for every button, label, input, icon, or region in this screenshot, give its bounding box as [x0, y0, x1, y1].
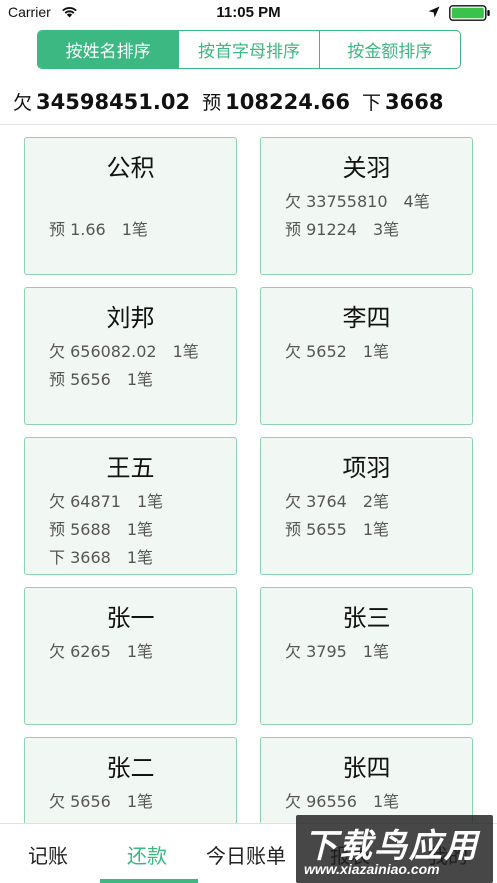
person-card[interactable]: 张一 欠 6265 1笔 [24, 587, 237, 725]
line-count: 4笔 [403, 192, 430, 211]
line-amount: 欠 3764 [285, 492, 347, 511]
person-card[interactable]: 张二 欠 5656 1笔 [24, 737, 237, 823]
card-line: 预 1.66 1笔 [49, 216, 148, 240]
person-name: 张二 [106, 754, 155, 782]
line-count: 1笔 [126, 792, 153, 811]
person-card[interactable]: 关羽 欠 33755810 4笔 预 91224 3笔 [260, 137, 473, 275]
prepaid-total-value: 108224.66 [225, 90, 351, 114]
line-amount: 预 5656 [49, 370, 111, 389]
tab-today-bill[interactable]: 今日账单 [206, 840, 286, 869]
sort-by-name-tab[interactable]: 按姓名排序 [38, 31, 179, 68]
line-count: 1笔 [373, 792, 400, 811]
line-count: 1笔 [362, 342, 389, 361]
line-amount: 欠 3795 [285, 642, 347, 661]
tab-repayment[interactable]: 还款 [127, 840, 167, 869]
line-amount: 欠 5656 [49, 792, 111, 811]
status-bar: Carrier 11:05 PM [0, 0, 497, 26]
battery-icon [449, 5, 490, 21]
card-line: 预 5655 1笔 [285, 516, 389, 540]
card-line: 欠 5652 1笔 [285, 338, 389, 362]
line-amount: 欠 33755810 [285, 192, 388, 211]
line-amount: 预 91224 [285, 220, 357, 239]
line-count: 1笔 [126, 520, 153, 539]
line-amount: 预 1.66 [49, 220, 106, 239]
line-count: 3笔 [373, 220, 400, 239]
person-card[interactable]: 张三 欠 3795 1笔 [260, 587, 473, 725]
owe-total-value: 34598451.02 [36, 90, 191, 114]
person-name: 张一 [106, 604, 155, 632]
line-count: 1笔 [362, 520, 389, 539]
card-line: 欠 5656 1笔 [49, 788, 153, 812]
line-amount: 欠 6265 [49, 642, 111, 661]
person-card[interactable]: 张四 欠 96556 1笔 [260, 737, 473, 823]
line-amount: 预 5688 [49, 520, 111, 539]
line-count: 1笔 [362, 642, 389, 661]
watermark-url: www.xiazainiao.com [304, 861, 440, 877]
line-amount: 欠 96556 [285, 792, 357, 811]
sort-by-initial-tab[interactable]: 按首字母排序 [178, 31, 318, 68]
card-line: 预 91224 3笔 [285, 216, 399, 240]
sort-by-amount-tab[interactable]: 按金额排序 [318, 31, 460, 68]
person-name: 王五 [106, 454, 155, 482]
watermark-title: 下载鸟应用 [304, 826, 479, 865]
status-time: 11:05 PM [216, 4, 281, 21]
card-line: 下 3668 1笔 [49, 544, 153, 568]
line-amount: 欠 656082.02 [49, 342, 157, 361]
line-amount: 欠 5652 [285, 342, 347, 361]
person-card[interactable]: 项羽 欠 3764 2笔 预 5655 1笔 [260, 437, 473, 575]
card-line: 欠 3764 2笔 [285, 488, 389, 512]
down-total-label: 下 [362, 92, 382, 114]
line-amount: 欠 64871 [49, 492, 121, 511]
line-amount: 下 3668 [49, 548, 111, 567]
line-count: 2笔 [362, 492, 389, 511]
card-line: 欠 33755810 4笔 [285, 188, 430, 212]
person-card[interactable]: 公积 预 1.66 1笔 [24, 137, 237, 275]
line-count: 1笔 [126, 642, 153, 661]
card-line: 欠 96556 1笔 [285, 788, 399, 812]
line-count: 1笔 [126, 548, 153, 567]
down-total-value: 3668 [385, 90, 444, 114]
person-name: 关羽 [342, 154, 391, 182]
person-card-grid: 公积 预 1.66 1笔 关羽 欠 33755810 4笔 预 91224 3笔 刘邦… [24, 137, 474, 823]
summary-bar: 欠 34598451.02 预 108224.66 下 3668 [13, 88, 483, 116]
active-tab-indicator [100, 879, 198, 883]
person-card[interactable]: 刘邦 欠 656082.02 1笔 预 5656 1笔 [24, 287, 237, 425]
person-name: 公积 [106, 154, 155, 182]
person-card[interactable]: 李四 欠 5652 1笔 [260, 287, 473, 425]
card-line: 预 5688 1笔 [49, 516, 153, 540]
person-name: 张三 [342, 604, 391, 632]
site-watermark: 下载鸟应用 www.xiazainiao.com [296, 815, 493, 883]
summary-divider [0, 124, 497, 125]
person-name: 项羽 [342, 454, 391, 482]
line-count: 1笔 [121, 220, 148, 239]
card-line: 欠 656082.02 1笔 [49, 338, 199, 362]
sort-segmented-control: 按姓名排序 按首字母排序 按金额排序 [37, 30, 461, 69]
card-line: 欠 64871 1笔 [49, 488, 163, 512]
card-line: 欠 6265 1笔 [49, 638, 153, 662]
location-arrow-icon [428, 6, 440, 18]
line-count: 1笔 [126, 370, 153, 389]
person-name: 张四 [342, 754, 391, 782]
owe-total-label: 欠 [13, 92, 33, 114]
card-line: 欠 3795 1笔 [285, 638, 389, 662]
person-name: 刘邦 [106, 304, 155, 332]
line-count: 1笔 [137, 492, 164, 511]
person-card[interactable]: 王五 欠 64871 1笔 预 5688 1笔 下 3668 1笔 [24, 437, 237, 575]
card-line: 预 5656 1笔 [49, 366, 153, 390]
tab-bookkeeping[interactable]: 记账 [28, 840, 68, 869]
line-count: 1笔 [172, 342, 199, 361]
prepaid-total-label: 预 [202, 92, 222, 114]
line-amount: 预 5655 [285, 520, 347, 539]
person-name: 李四 [342, 304, 391, 332]
